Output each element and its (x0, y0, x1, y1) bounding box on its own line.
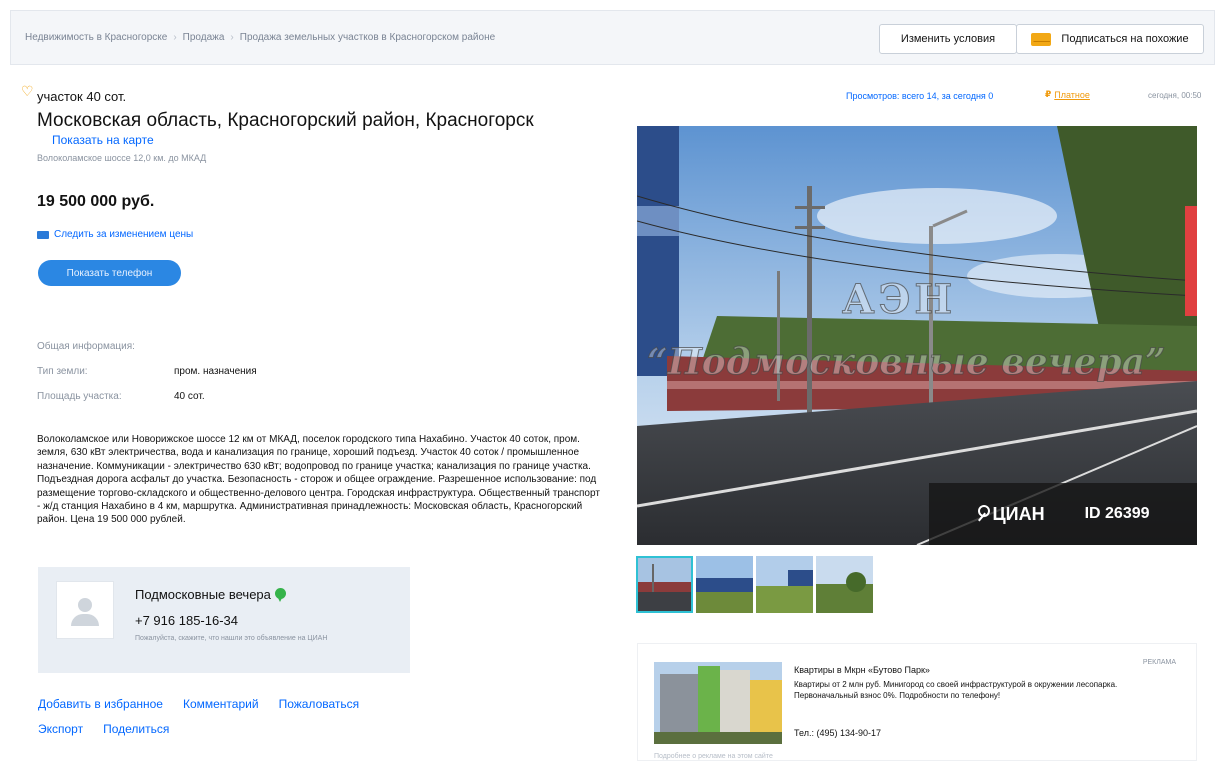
views-counter: Просмотров: всего 14, за сегодня 0 (846, 91, 994, 101)
mail-icon (37, 230, 49, 239)
breadcrumb-separator: › (230, 32, 234, 43)
watermark-bottom: “Подмосковные вечера” (647, 341, 1167, 384)
info-row-area: Площадь участка: 40 сот. (37, 391, 205, 402)
agent-note: Пожалуйста, скажите, что нашли это объяв… (135, 635, 328, 642)
track-price-label: Следить за изменением цены (54, 229, 194, 240)
thumbnail-3[interactable] (756, 556, 813, 613)
main-photo[interactable]: АЭН “Подмосковные вечера” ЦИАН ID 26399 (637, 126, 1197, 545)
verified-badge-icon (274, 587, 286, 602)
paid-label: Платное (1054, 89, 1090, 100)
agent-name[interactable]: Подмосковные вечера (135, 587, 271, 602)
page-title: Московская область, Красногорский район,… (37, 110, 534, 131)
ad-image-graphic (654, 662, 782, 744)
breadcrumb-item-land[interactable]: Продажа земельных участков в Красногорск… (240, 32, 495, 43)
thumbnail-1[interactable] (636, 556, 693, 613)
ad-label: РЕКЛАМА (1142, 659, 1176, 666)
export-link[interactable]: Экспорт (38, 722, 83, 736)
paid-badge[interactable]: ₽ Платное (1045, 89, 1090, 100)
add-to-favorites-link[interactable]: Добавить в избранное (38, 697, 163, 711)
listing-subtitle: участок 40 сот. (37, 89, 127, 104)
avatar (56, 581, 114, 639)
user-icon (78, 598, 92, 612)
share-link[interactable]: Поделиться (103, 722, 169, 736)
info-value: 40 сот. (174, 391, 205, 402)
thumbnail-image (756, 556, 813, 613)
watermark-top: АЭН (841, 276, 957, 324)
track-price-link[interactable]: Следить за изменением цены (37, 229, 193, 240)
photo-id: ID 26399 (1084, 505, 1150, 522)
breadcrumb-item-sale[interactable]: Продажа (183, 32, 225, 43)
ad-image (654, 662, 782, 744)
subscribe-similar-button[interactable]: Подписаться на похожие (1016, 24, 1204, 54)
breadcrumb-item-realty[interactable]: Недвижимость в Красногорске (25, 32, 167, 43)
breadcrumb-separator: › (173, 32, 177, 43)
info-value: пром. назначения (174, 366, 257, 377)
photo-caption-bar: ЦИАН ID 26399 (929, 483, 1197, 545)
info-row-land-type: Тип земли: пром. назначения (37, 366, 257, 377)
thumbnail-4[interactable] (816, 556, 873, 613)
advertisement[interactable]: РЕКЛАМА Квартиры в Мкрн «Бутово Парк» Кв… (637, 643, 1197, 761)
ruble-icon: ₽ (1045, 89, 1052, 99)
show-on-map-link[interactable]: Показать на карте (52, 133, 154, 147)
listing-description: Волоколамское или Новорижское шоссе 12 к… (37, 434, 600, 526)
highway-distance: Волоколамское шоссе 12,0 км. до МКАД (37, 153, 207, 163)
general-info-title: Общая информация: (37, 341, 135, 352)
thumbnail-image (696, 556, 753, 613)
publish-time: сегодня, 00:50 (1148, 91, 1202, 100)
breadcrumb: Недвижимость в Красногорске › Продажа › … (25, 32, 495, 43)
price: 19 500 000 руб. (37, 193, 155, 210)
user-icon-body (71, 614, 99, 626)
info-key: Площадь участка: (37, 391, 122, 402)
favorite-heart-icon[interactable]: ♡ (21, 84, 34, 98)
top-bar: Недвижимость в Красногорске › Продажа › … (10, 10, 1215, 65)
cian-pin-icon (976, 505, 991, 523)
ad-footer[interactable]: Подробнее о рекламе на этом сайте (654, 753, 773, 760)
change-conditions-button[interactable]: Изменить условия (879, 24, 1017, 54)
agent-card: Подмосковные вечера +7 916 185-16-34 Пож… (38, 567, 410, 673)
subscribe-label: Подписаться на похожие (1061, 33, 1189, 45)
agent-phone: +7 916 185-16-34 (135, 613, 239, 628)
info-key: Тип земли: (37, 366, 88, 377)
show-phone-button[interactable]: Показать телефон (38, 260, 181, 286)
agent-name-row: Подмосковные вечера (135, 587, 286, 602)
thumbnail-2[interactable] (696, 556, 753, 613)
complain-link[interactable]: Пожаловаться (279, 697, 360, 711)
cian-logo: ЦИАН (976, 503, 1045, 525)
ad-title[interactable]: Квартиры в Мкрн «Бутово Парк» (794, 665, 930, 675)
thumbnail-image (636, 556, 693, 613)
cian-brand: ЦИАН (992, 503, 1045, 524)
mail-icon (1031, 32, 1052, 46)
photo-thumbnails (636, 556, 873, 613)
actions-row-1: Добавить в избранное Комментарий Пожалов… (38, 697, 359, 711)
thumbnail-image (816, 556, 873, 613)
actions-row-2: Экспорт Поделиться (38, 722, 169, 736)
ad-phone: Тел.: (495) 134-90-17 (794, 728, 881, 738)
comment-link[interactable]: Комментарий (183, 697, 259, 711)
ad-text: Квартиры от 2 млн руб. Минигород со свое… (794, 680, 1118, 700)
